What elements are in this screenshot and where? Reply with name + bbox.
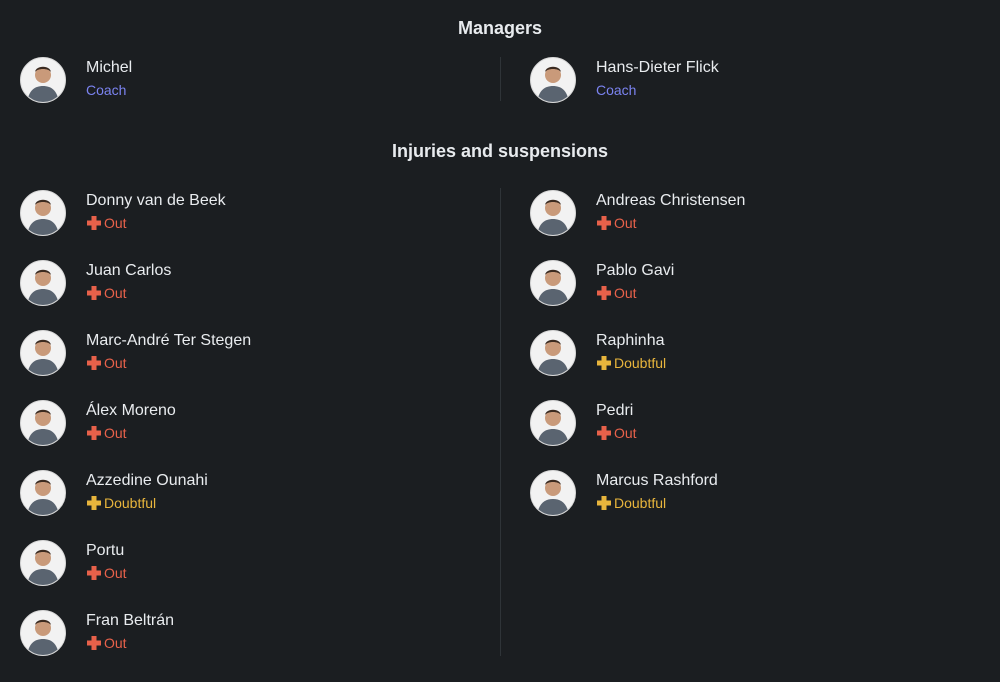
status-badge: Out [596, 215, 637, 231]
column-divider [500, 188, 501, 656]
status-badge: Out [86, 565, 127, 581]
status-badge: Out [86, 635, 127, 651]
manager-name: Hans-Dieter Flick [596, 59, 719, 76]
injuries-heading: Injuries and suspensions [391, 141, 609, 161]
status-badge: Doubtful [596, 495, 666, 511]
person-avatar-icon [530, 470, 576, 516]
avatar [20, 57, 66, 103]
player-name: Andreas Christensen [596, 192, 746, 209]
injury-list-item[interactable]: Pablo Gavi Out [530, 260, 930, 310]
status-badge: Out [86, 425, 127, 441]
status-label: Out [614, 425, 637, 441]
medical-cross-icon [86, 355, 102, 371]
injury-list-item[interactable]: Azzedine Ounahi Doubtful [20, 470, 420, 520]
person-avatar-icon [20, 330, 66, 376]
status-label: Doubtful [614, 495, 667, 511]
medical-cross-icon [596, 355, 612, 371]
medical-cross-icon [86, 215, 102, 231]
status-label: Out [614, 215, 637, 231]
manager-name: Michel [86, 59, 133, 76]
status-badge: Doubtful [86, 495, 156, 511]
medical-cross-icon [596, 495, 612, 511]
injury-list-item[interactable]: Fran Beltrán Out [20, 610, 420, 660]
person-avatar-icon [20, 190, 66, 236]
status-label: Out [104, 425, 127, 441]
player-name: Raphinha [596, 332, 665, 349]
status-label: Out [104, 635, 127, 651]
player-name: Álex Moreno [86, 402, 176, 419]
player-name: Juan Carlos [86, 262, 172, 279]
person-avatar-icon [530, 400, 576, 446]
manager-item[interactable]: Hans-Dieter Flick Coach [530, 57, 930, 107]
status-badge: Out [596, 425, 637, 441]
medical-cross-icon [596, 285, 612, 301]
player-name: Marc-André Ter Stegen [86, 332, 252, 349]
manager-item[interactable]: Michel Coach [20, 57, 420, 107]
person-avatar-icon [20, 260, 66, 306]
status-label: Out [104, 355, 127, 371]
person-avatar-icon [20, 400, 66, 446]
player-name: Portu [86, 542, 125, 559]
injury-list-item[interactable]: Raphinha Doubtful [530, 330, 930, 380]
medical-cross-icon [596, 425, 612, 441]
status-label: Out [104, 215, 127, 231]
injury-list-item[interactable]: Donny van de Beek Out [20, 190, 420, 240]
managers-heading: Managers [457, 18, 543, 38]
person-avatar-icon [20, 540, 66, 586]
medical-cross-icon [86, 565, 102, 581]
medical-cross-icon [86, 425, 102, 441]
player-name: Pedri [596, 402, 634, 419]
person-avatar-icon [530, 190, 576, 236]
avatar [530, 57, 576, 103]
player-name: Donny van de Beek [86, 192, 226, 209]
medical-cross-icon [86, 495, 102, 511]
person-avatar-icon [20, 470, 66, 516]
injury-list-item[interactable]: Marcus Rashford Doubtful [530, 470, 930, 520]
injury-list-item[interactable]: Andreas Christensen Out [530, 190, 930, 240]
player-name: Pablo Gavi [596, 262, 675, 279]
status-badge: Out [86, 215, 127, 231]
medical-cross-icon [86, 635, 102, 651]
manager-role: Coach [596, 82, 637, 98]
column-divider [500, 57, 501, 101]
person-avatar-icon [530, 330, 576, 376]
status-label: Out [614, 285, 637, 301]
injury-list-item[interactable]: Portu Out [20, 540, 420, 590]
injury-list-item[interactable]: Álex Moreno Out [20, 400, 420, 450]
status-badge: Out [86, 355, 127, 371]
status-label: Out [104, 285, 127, 301]
player-name: Marcus Rashford [596, 472, 718, 489]
status-label: Out [104, 565, 127, 581]
injury-list-item[interactable]: Juan Carlos Out [20, 260, 420, 310]
status-label: Doubtful [614, 355, 667, 371]
injury-list-item[interactable]: Marc-André Ter Stegen Out [20, 330, 420, 380]
status-badge: Out [86, 285, 127, 301]
status-badge: Doubtful [596, 355, 666, 371]
status-label: Doubtful [104, 495, 157, 511]
status-badge: Out [596, 285, 637, 301]
person-avatar-icon [530, 260, 576, 306]
injury-list-item[interactable]: Pedri Out [530, 400, 930, 450]
player-name: Fran Beltrán [86, 612, 175, 629]
medical-cross-icon [86, 285, 102, 301]
person-avatar-icon [20, 610, 66, 656]
player-name: Azzedine Ounahi [86, 472, 208, 489]
manager-role: Coach [86, 82, 127, 98]
medical-cross-icon [596, 215, 612, 231]
